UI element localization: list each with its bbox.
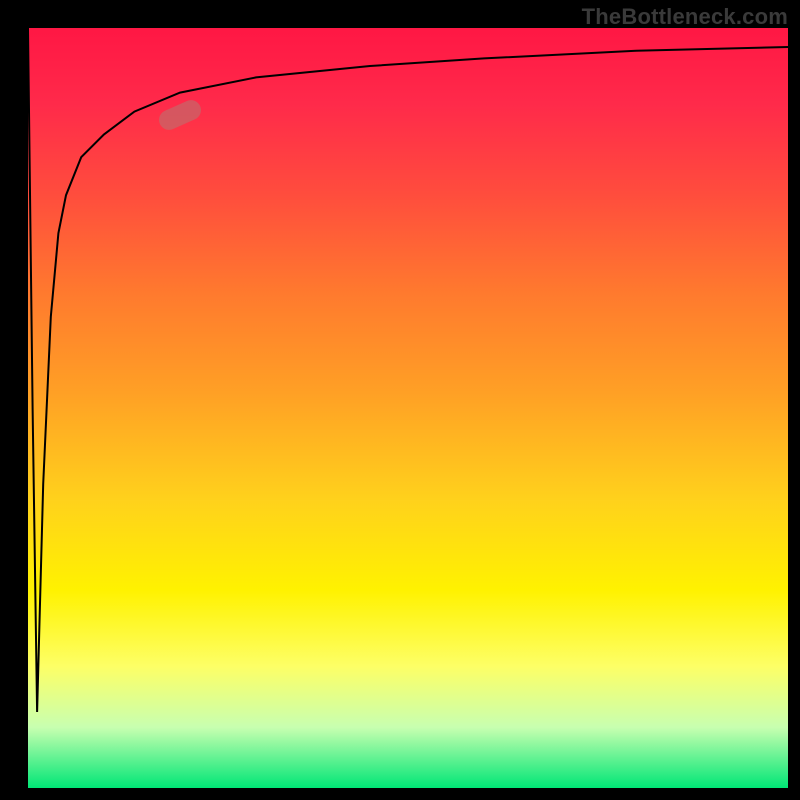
- chart-container: TheBottleneck.com: [0, 0, 800, 800]
- plot-gradient-background: [28, 28, 788, 788]
- watermark-text: TheBottleneck.com: [582, 4, 788, 30]
